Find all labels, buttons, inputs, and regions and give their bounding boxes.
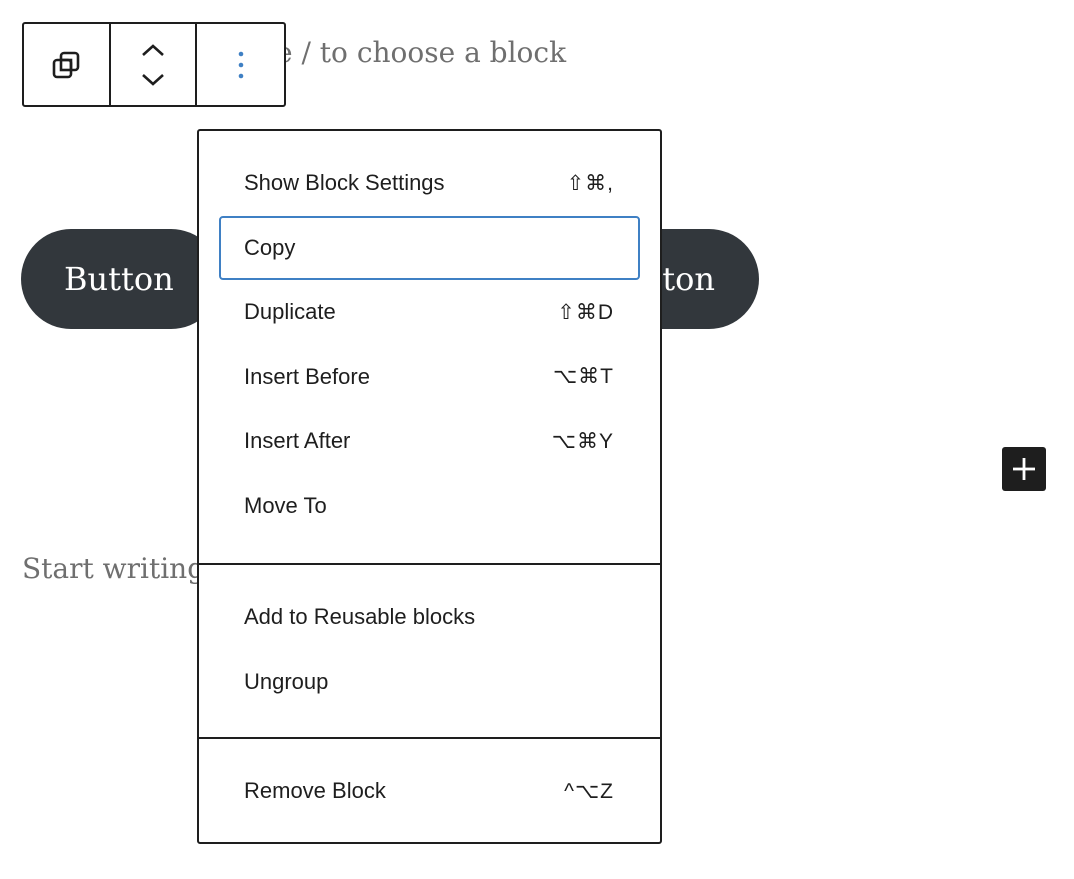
block-toolbar <box>22 22 286 107</box>
menu-item-label: Insert After <box>244 428 351 454</box>
menu-item-label: Add to Reusable blocks <box>244 604 476 630</box>
block-placeholder-hint[interactable]: e / to choose a block <box>276 36 566 69</box>
start-writing-placeholder[interactable]: Start writing <box>22 552 205 585</box>
block-options-menu: Show Block Settings ⇧⌘, Copy Duplicate ⇧… <box>197 129 662 844</box>
menu-item-duplicate[interactable]: Duplicate ⇧⌘D <box>219 280 640 345</box>
menu-item-shortcut: ⇧⌘D <box>557 300 614 324</box>
menu-group-reusable: Add to Reusable blocks Ungroup <box>199 563 660 737</box>
menu-group-remove: Remove Block ^⌥Z <box>199 737 660 842</box>
more-options-icon <box>238 51 243 78</box>
menu-group-actions: Show Block Settings ⇧⌘, Copy Duplicate ⇧… <box>199 131 660 563</box>
more-options-button[interactable] <box>197 24 284 105</box>
block-inserter-button[interactable] <box>1002 447 1046 491</box>
menu-item-label: Ungroup <box>244 668 329 694</box>
menu-item-label: Copy <box>244 234 296 260</box>
menu-item-shortcut: ⌥⌘T <box>552 365 614 389</box>
menu-item-insert-before[interactable]: Insert Before ⌥⌘T <box>219 345 640 410</box>
block-type-icon <box>53 51 80 78</box>
menu-item-ungroup[interactable]: Ungroup <box>219 650 640 715</box>
menu-item-shortcut: ^⌥Z <box>564 779 614 803</box>
button-block-left[interactable]: Button <box>21 229 221 329</box>
menu-item-add-to-reusable-blocks[interactable]: Add to Reusable blocks <box>219 585 640 650</box>
menu-item-label: Remove Block <box>244 778 386 804</box>
menu-item-label: Duplicate <box>244 299 336 325</box>
menu-item-remove-block[interactable]: Remove Block ^⌥Z <box>219 759 640 824</box>
block-type-button[interactable] <box>24 24 111 105</box>
move-up-down-icon <box>142 43 164 86</box>
menu-item-label: Insert Before <box>244 363 370 389</box>
menu-item-copy[interactable]: Copy <box>219 215 640 280</box>
menu-item-move-to[interactable]: Move To <box>219 474 640 539</box>
menu-item-label: Show Block Settings <box>244 170 445 196</box>
menu-item-label: Move To <box>244 492 327 518</box>
menu-item-show-block-settings[interactable]: Show Block Settings ⇧⌘, <box>219 151 640 216</box>
move-block-button[interactable] <box>111 24 198 105</box>
menu-item-shortcut: ⌥⌘Y <box>551 429 614 453</box>
menu-item-shortcut: ⇧⌘, <box>566 171 614 195</box>
editor-canvas: e / to choose a block Button tton Start … <box>0 0 1074 879</box>
menu-item-insert-after[interactable]: Insert After ⌥⌘Y <box>219 409 640 474</box>
plus-icon <box>1013 458 1035 480</box>
button-left-label: Button <box>64 260 174 298</box>
